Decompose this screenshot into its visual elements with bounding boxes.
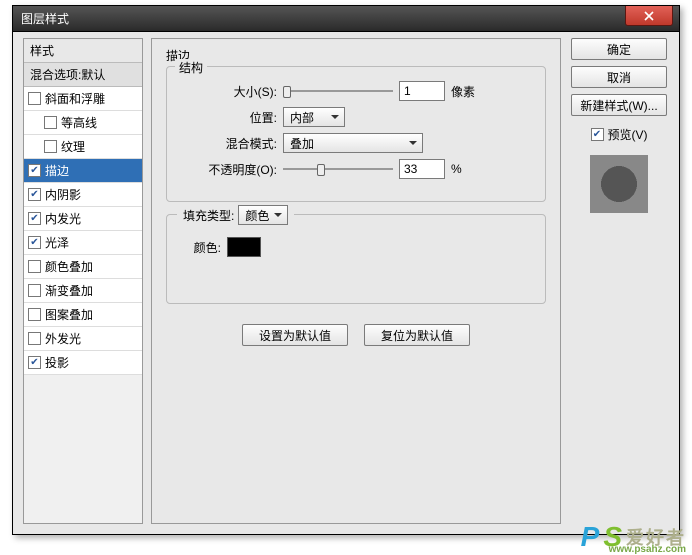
- filltype-label: 填充类型:: [183, 207, 234, 224]
- reset-default-button[interactable]: 复位为默认值: [364, 324, 470, 346]
- structure-legend: 结构: [175, 59, 207, 76]
- position-row: 位置: 内部: [181, 107, 531, 127]
- style-checkbox[interactable]: [44, 140, 57, 153]
- style-checkbox[interactable]: [28, 284, 41, 297]
- style-item-label: 光泽: [45, 234, 69, 251]
- preview-checkbox[interactable]: [591, 128, 604, 141]
- style-checkbox[interactable]: [28, 212, 41, 225]
- style-checkbox[interactable]: [28, 92, 41, 105]
- opacity-unit: %: [451, 162, 462, 176]
- set-default-button[interactable]: 设置为默认值: [242, 324, 348, 346]
- new-style-button[interactable]: 新建样式(W)...: [571, 94, 667, 116]
- style-checkbox[interactable]: [28, 332, 41, 345]
- style-item-label: 内发光: [45, 210, 81, 227]
- close-icon: [644, 11, 654, 21]
- size-unit: 像素: [451, 83, 475, 100]
- style-item-label: 斜面和浮雕: [45, 90, 105, 107]
- blendmode-select[interactable]: 叠加: [283, 133, 423, 153]
- style-item-光泽[interactable]: 光泽: [24, 231, 142, 255]
- style-item-内阴影[interactable]: 内阴影: [24, 183, 142, 207]
- style-item-图案叠加[interactable]: 图案叠加: [24, 303, 142, 327]
- position-label: 位置:: [181, 109, 277, 126]
- filltype-select[interactable]: 颜色: [238, 205, 288, 225]
- style-checkbox[interactable]: [44, 116, 57, 129]
- size-row: 大小(S): 1 像素: [181, 81, 531, 101]
- style-item-内发光[interactable]: 内发光: [24, 207, 142, 231]
- style-item-纹理[interactable]: 纹理: [24, 135, 142, 159]
- style-item-label: 图案叠加: [45, 306, 93, 323]
- blending-options[interactable]: 混合选项:默认: [24, 63, 142, 87]
- window-title: 图层样式: [21, 10, 69, 27]
- style-checkbox[interactable]: [28, 188, 41, 201]
- position-select[interactable]: 内部: [283, 107, 345, 127]
- size-label: 大小(S):: [181, 83, 277, 100]
- style-item-label: 外发光: [45, 330, 81, 347]
- color-label: 颜色:: [181, 239, 221, 256]
- layer-style-dialog: 图层样式 样式 混合选项:默认 斜面和浮雕等高线纹理描边内阴影内发光光泽颜色叠加…: [12, 5, 680, 535]
- watermark: PS 爱好者 www.psahz.com: [581, 521, 686, 553]
- color-swatch[interactable]: [227, 237, 261, 257]
- style-checkbox[interactable]: [28, 164, 41, 177]
- styles-list-panel: 样式 混合选项:默认 斜面和浮雕等高线纹理描边内阴影内发光光泽颜色叠加渐变叠加图…: [23, 38, 143, 524]
- opacity-row: 不透明度(O): 33 %: [181, 159, 531, 179]
- style-item-投影[interactable]: 投影: [24, 351, 142, 375]
- options-panel: 描边 结构 大小(S): 1 像素 位置: 内部: [151, 38, 561, 524]
- opacity-label: 不透明度(O):: [181, 161, 277, 178]
- close-button[interactable]: [625, 6, 673, 26]
- size-slider[interactable]: [283, 82, 393, 100]
- section-title: 描边: [166, 47, 546, 64]
- color-row: 颜色:: [181, 237, 531, 257]
- blendmode-row: 混合模式: 叠加: [181, 133, 531, 153]
- structure-fieldset: 结构 大小(S): 1 像素 位置: 内部 混合模式:: [166, 66, 546, 202]
- styles-header[interactable]: 样式: [24, 39, 142, 63]
- watermark-p: P: [581, 521, 600, 553]
- style-item-渐变叠加[interactable]: 渐变叠加: [24, 279, 142, 303]
- opacity-input[interactable]: 33: [399, 159, 445, 179]
- dialog-body: 样式 混合选项:默认 斜面和浮雕等高线纹理描边内阴影内发光光泽颜色叠加渐变叠加图…: [13, 32, 679, 534]
- right-panel: 确定 取消 新建样式(W)... 预览(V): [569, 38, 669, 524]
- filltype-row: 填充类型: 颜色: [177, 205, 294, 225]
- style-checkbox[interactable]: [28, 356, 41, 369]
- style-item-label: 渐变叠加: [45, 282, 93, 299]
- style-item-label: 描边: [45, 162, 69, 179]
- bottom-buttons: 设置为默认值 复位为默认值: [166, 324, 546, 346]
- ok-button[interactable]: 确定: [571, 38, 667, 60]
- style-item-label: 颜色叠加: [45, 258, 93, 275]
- preview-label: 预览(V): [608, 126, 648, 143]
- style-checkbox[interactable]: [28, 236, 41, 249]
- size-input[interactable]: 1: [399, 81, 445, 101]
- style-item-等高线[interactable]: 等高线: [24, 111, 142, 135]
- style-item-label: 等高线: [61, 114, 97, 131]
- style-item-label: 内阴影: [45, 186, 81, 203]
- fill-fieldset: 填充类型: 颜色 颜色:: [166, 214, 546, 304]
- style-item-label: 纹理: [61, 138, 85, 155]
- style-item-外发光[interactable]: 外发光: [24, 327, 142, 351]
- style-checkbox[interactable]: [28, 308, 41, 321]
- opacity-slider[interactable]: [283, 160, 393, 178]
- preview-thumbnail: [590, 155, 648, 213]
- cancel-button[interactable]: 取消: [571, 66, 667, 88]
- style-item-label: 投影: [45, 354, 69, 371]
- title-bar[interactable]: 图层样式: [13, 6, 679, 32]
- blendmode-label: 混合模式:: [181, 135, 277, 152]
- style-item-颜色叠加[interactable]: 颜色叠加: [24, 255, 142, 279]
- preview-row: 预览(V): [591, 126, 648, 143]
- style-item-描边[interactable]: 描边: [24, 159, 142, 183]
- style-checkbox[interactable]: [28, 260, 41, 273]
- style-item-斜面和浮雕[interactable]: 斜面和浮雕: [24, 87, 142, 111]
